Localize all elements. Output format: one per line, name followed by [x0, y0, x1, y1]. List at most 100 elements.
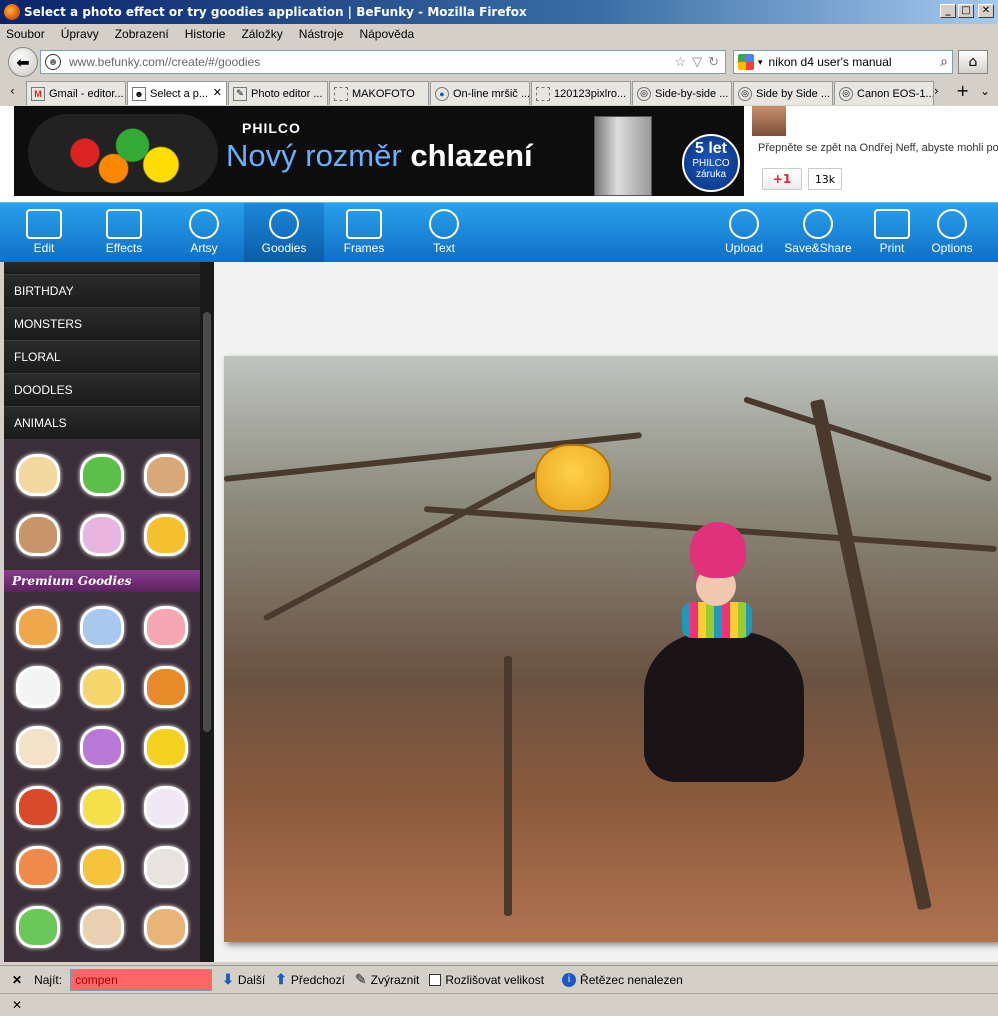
frame-icon — [346, 209, 382, 239]
social-panel: Přepněte se zpět na Ondřej Neff, abyste … — [752, 106, 998, 202]
goodie-sticker[interactable] — [74, 780, 130, 834]
find-previous-button[interactable]: ⬆ Předchozí — [275, 971, 345, 988]
search-bar[interactable]: ▾ nikon d4 user's manual ⌕ — [733, 50, 953, 74]
tab-label: Gmail - editor... — [49, 87, 124, 100]
tool-save-share[interactable]: Save&Share — [778, 203, 858, 263]
tab-gmail[interactable]: M Gmail - editor... — [26, 81, 126, 105]
find-next-button[interactable]: ⬇ Další — [222, 971, 265, 988]
tab-close-icon[interactable]: ✕ — [213, 86, 222, 99]
tab-list-icon[interactable]: ⌄ — [980, 84, 990, 98]
social-switch-text[interactable]: Přepněte se zpět na Ondřej Neff, abyste … — [758, 142, 998, 154]
new-tab-button[interactable]: + — [956, 81, 969, 100]
goodie-sticker[interactable] — [10, 600, 66, 654]
tool-text[interactable]: Text — [404, 203, 484, 263]
tool-label: Upload — [724, 241, 764, 255]
goodie-sticker[interactable] — [74, 660, 130, 714]
search-engine-dropdown-icon[interactable]: ▾ — [758, 57, 763, 68]
tool-options[interactable]: Options — [912, 203, 992, 263]
maximize-button[interactable]: □ — [958, 4, 974, 18]
tab-befunky[interactable]: ☻ Select a p... ✕ — [127, 81, 227, 105]
tool-effects[interactable]: Effects — [84, 203, 164, 263]
goodie-sticker[interactable] — [74, 900, 130, 954]
goodie-sticker[interactable] — [10, 720, 66, 774]
close-window-button[interactable]: ✕ — [978, 4, 994, 18]
goodie-sticker[interactable] — [74, 600, 130, 654]
bookmark-star-icon[interactable]: ☆ — [674, 54, 686, 70]
minimize-button[interactable]: _ — [940, 4, 956, 18]
tab-side-by-side-1[interactable]: ◎ Side-by-side ... — [632, 81, 732, 105]
tool-goodies[interactable]: Goodies — [244, 203, 324, 263]
site-identity-icon[interactable]: ☻ — [45, 54, 61, 70]
menu-view[interactable]: Zobrazení — [115, 27, 169, 41]
category-birthday[interactable]: BIRTHDAY — [4, 275, 200, 308]
checkbox-box[interactable] — [429, 973, 442, 986]
category-animals[interactable]: ANIMALS — [4, 407, 200, 440]
tool-upload[interactable]: Upload — [704, 203, 784, 263]
goodie-sticker[interactable] — [138, 508, 194, 562]
menu-file[interactable]: Soubor — [6, 27, 45, 41]
tab-photo-editor[interactable]: ✎ Photo editor ... — [228, 81, 328, 105]
google-plus-one-button[interactable]: +1 — [762, 168, 802, 190]
tiger-sticker[interactable] — [535, 444, 611, 512]
match-case-checkbox[interactable]: Rozlišovat velikost — [429, 973, 544, 987]
tab-side-by-side-2[interactable]: ◎ Side by Side ... — [733, 81, 833, 105]
category-floral[interactable]: FLORAL — [4, 341, 200, 374]
tab-makofoto[interactable]: MAKOFOTO — [329, 81, 429, 105]
tab-scroll-left-icon[interactable]: ‹ — [10, 84, 15, 98]
editor-canvas — [214, 262, 998, 962]
tool-frames[interactable]: Frames — [324, 203, 404, 263]
category-monsters[interactable]: MONSTERS — [4, 308, 200, 341]
philco-ad-banner[interactable]: PHILCO Nový rozměr chlazení 5 let PHILCO… — [14, 106, 744, 196]
find-next-label: Další — [237, 972, 266, 987]
menu-bookmarks[interactable]: Záložky — [241, 27, 282, 41]
menu-tools[interactable]: Nástroje — [299, 27, 344, 41]
history-dropdown-icon[interactable]: ▽ — [692, 54, 702, 70]
tool-edit[interactable]: Edit — [4, 203, 84, 263]
find-close-icon[interactable]: ✕ — [12, 973, 22, 987]
goodie-sticker[interactable] — [138, 840, 194, 894]
tool-artsy[interactable]: Artsy — [164, 203, 244, 263]
goodie-sticker[interactable] — [10, 900, 66, 954]
goodie-sticker[interactable] — [10, 508, 66, 562]
url-bar[interactable]: ☻ www.befunky.com//create/#/goodies ☆ ▽ … — [40, 50, 726, 74]
menu-edit[interactable]: Úpravy — [61, 27, 99, 41]
goodie-sticker[interactable] — [138, 780, 194, 834]
goodie-sticker[interactable] — [138, 900, 194, 954]
back-button[interactable]: ⬅ — [8, 47, 38, 77]
scrollbar-thumb[interactable] — [203, 312, 211, 732]
avatar — [752, 106, 786, 136]
goodie-sticker[interactable] — [10, 840, 66, 894]
home-button[interactable]: ⌂ — [958, 50, 988, 74]
search-icon[interactable]: ⌕ — [940, 53, 948, 70]
google-engine-icon[interactable] — [738, 54, 754, 70]
goodie-sticker[interactable] — [10, 448, 66, 502]
goodie-sticker[interactable] — [74, 448, 130, 502]
addon-bar-close-icon[interactable]: ✕ — [12, 998, 22, 1012]
tab-canon[interactable]: ◎ Canon EOS-1... — [834, 81, 934, 105]
goodie-sticker[interactable] — [10, 660, 66, 714]
goodie-sticker[interactable] — [74, 508, 130, 562]
goodie-sticker[interactable] — [138, 720, 194, 774]
category-doodles[interactable]: DOODLES — [4, 374, 200, 407]
download-icon — [803, 209, 833, 239]
menu-help[interactable]: Nápověda — [359, 27, 414, 41]
menu-history[interactable]: Historie — [185, 27, 226, 41]
tab-scroll-right-icon[interactable]: › — [934, 84, 939, 98]
photo-image[interactable] — [224, 356, 998, 942]
goodie-sticker[interactable] — [138, 448, 194, 502]
goodie-sticker[interactable] — [138, 600, 194, 654]
gear-icon — [937, 209, 967, 239]
goodie-sticker[interactable] — [74, 840, 130, 894]
reload-icon[interactable]: ↻ — [708, 54, 719, 70]
print-icon — [874, 209, 910, 239]
find-input[interactable] — [70, 968, 213, 991]
goodie-sticker[interactable] — [10, 780, 66, 834]
tab-pixlr[interactable]: 120123pixlro... — [531, 81, 631, 105]
goodie-sticker[interactable] — [74, 720, 130, 774]
highlight-all-button[interactable]: ✎ Zvýraznit — [355, 971, 419, 988]
goodie-sticker[interactable] — [138, 660, 194, 714]
animal-sticker-icon — [144, 606, 188, 648]
tab-online-mrsic[interactable]: ● On-line mršič ... — [430, 81, 530, 105]
category-partial[interactable] — [4, 262, 200, 275]
panel-scrollbar[interactable] — [200, 262, 214, 962]
